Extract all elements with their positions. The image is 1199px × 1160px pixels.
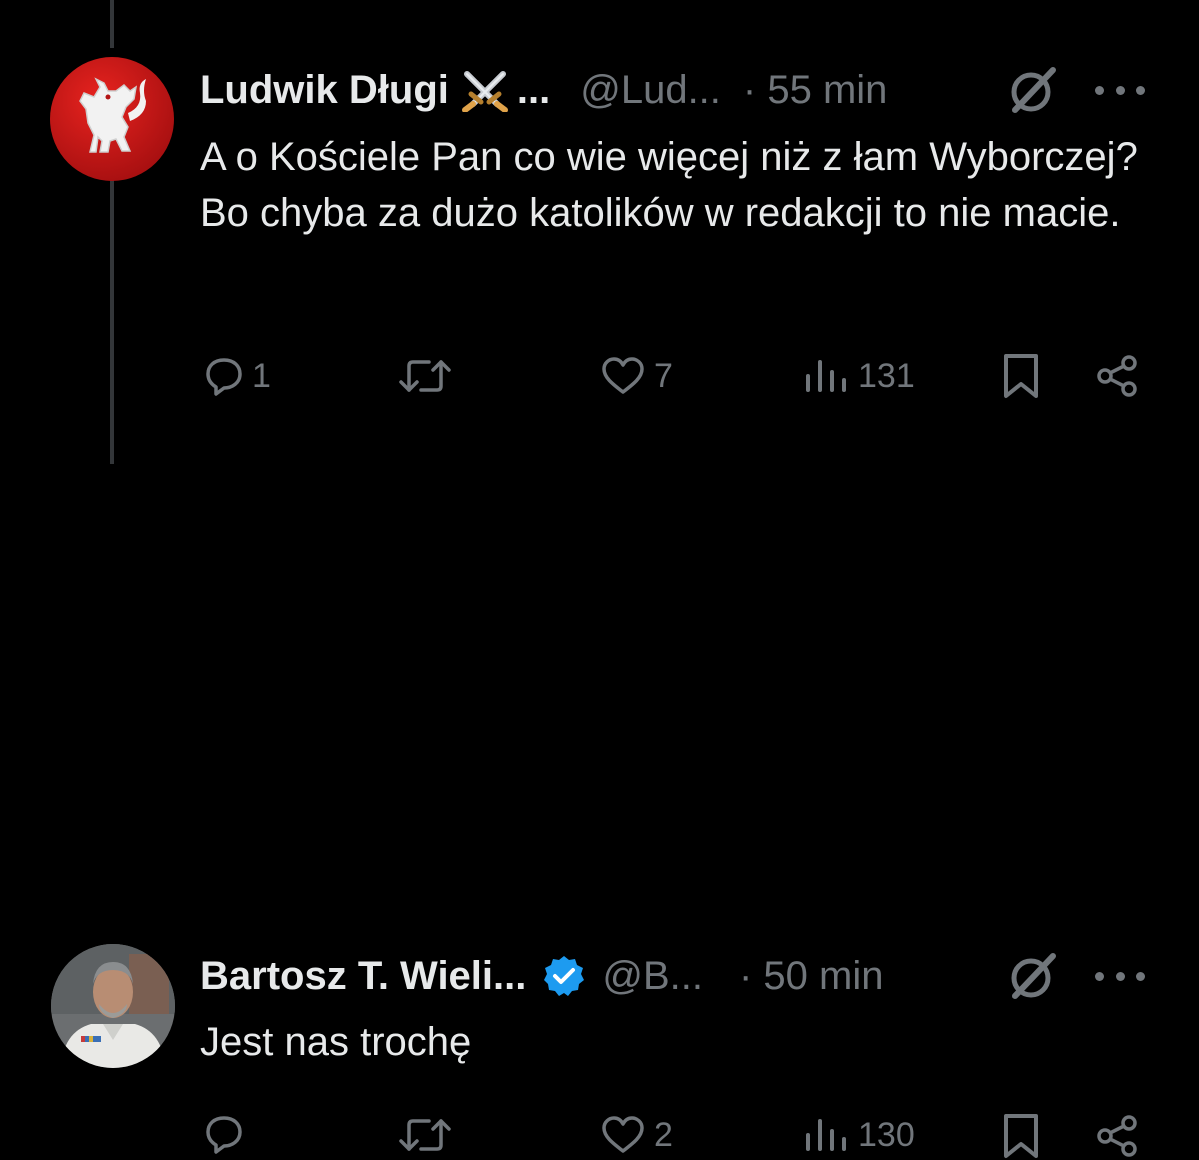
timestamp[interactable]: · 55 min	[743, 68, 888, 113]
more-icon[interactable]	[1095, 966, 1145, 986]
reply-button[interactable]: 1	[204, 356, 271, 396]
views-count: 130	[858, 1115, 915, 1154]
avatar[interactable]	[50, 57, 174, 181]
share-button[interactable]	[1095, 1114, 1141, 1158]
bookmark-button[interactable]	[1001, 352, 1041, 400]
reply-icon	[206, 358, 242, 396]
bookmark-icon	[1004, 354, 1038, 398]
reply-button[interactable]	[204, 1114, 252, 1154]
retweet-button[interactable]	[397, 356, 453, 396]
views-icon	[806, 1119, 846, 1151]
like-count: 2	[654, 1115, 673, 1154]
retweet-icon	[399, 1119, 451, 1151]
more-icon[interactable]	[1095, 80, 1145, 100]
reply-icon	[206, 1116, 242, 1154]
bookmark-button[interactable]	[1001, 1112, 1041, 1160]
views-icon	[806, 360, 846, 392]
retweet-icon	[399, 360, 451, 392]
verified-badge-icon	[542, 954, 586, 998]
author-handle[interactable]: @B...	[602, 954, 703, 999]
name-truncation: ...	[516, 67, 551, 112]
like-button[interactable]: 2	[600, 1115, 673, 1155]
views-count: 131	[858, 356, 915, 395]
author-name[interactable]: Bartosz T. Wieli...	[200, 954, 526, 999]
like-button[interactable]: 7	[600, 356, 673, 396]
tweet[interactable]: Bartosz T. Wieli... @B... · 50 min Jest …	[0, 470, 1199, 1158]
share-icon	[1097, 1115, 1137, 1157]
reply-count: 1	[252, 356, 271, 395]
grok-icon[interactable]	[1007, 950, 1059, 1002]
avatar[interactable]	[51, 944, 175, 1068]
share-icon	[1097, 355, 1137, 397]
views-button[interactable]: 130	[804, 1115, 915, 1155]
views-button[interactable]: 131	[804, 356, 915, 396]
timestamp[interactable]: · 50 min	[739, 954, 884, 999]
bookmark-icon	[1004, 1114, 1038, 1158]
crossed-swords-icon	[459, 68, 511, 112]
author-name[interactable]: Ludwik Długi	[200, 68, 449, 113]
author-handle[interactable]: @Lud...	[580, 68, 721, 113]
like-count: 7	[654, 356, 673, 395]
grok-icon[interactable]	[1007, 64, 1059, 116]
like-icon	[602, 357, 644, 394]
share-button[interactable]	[1095, 354, 1141, 398]
tweet-header: Bartosz T. Wieli... @B... · 50 min	[200, 951, 884, 1001]
tweet-header: Ludwik Długi ... @Lud... · 55 min	[200, 65, 887, 115]
retweet-button[interactable]	[397, 1115, 453, 1155]
tweet-text: A o Kościele Pan co wie więcej niż z łam…	[200, 135, 1138, 235]
like-icon	[602, 1116, 644, 1153]
tweet[interactable]: Ludwik Długi ... @Lud... · 55 min A o Ko…	[0, 0, 1199, 470]
tweet-text: Jest nas trochę	[200, 1020, 472, 1064]
